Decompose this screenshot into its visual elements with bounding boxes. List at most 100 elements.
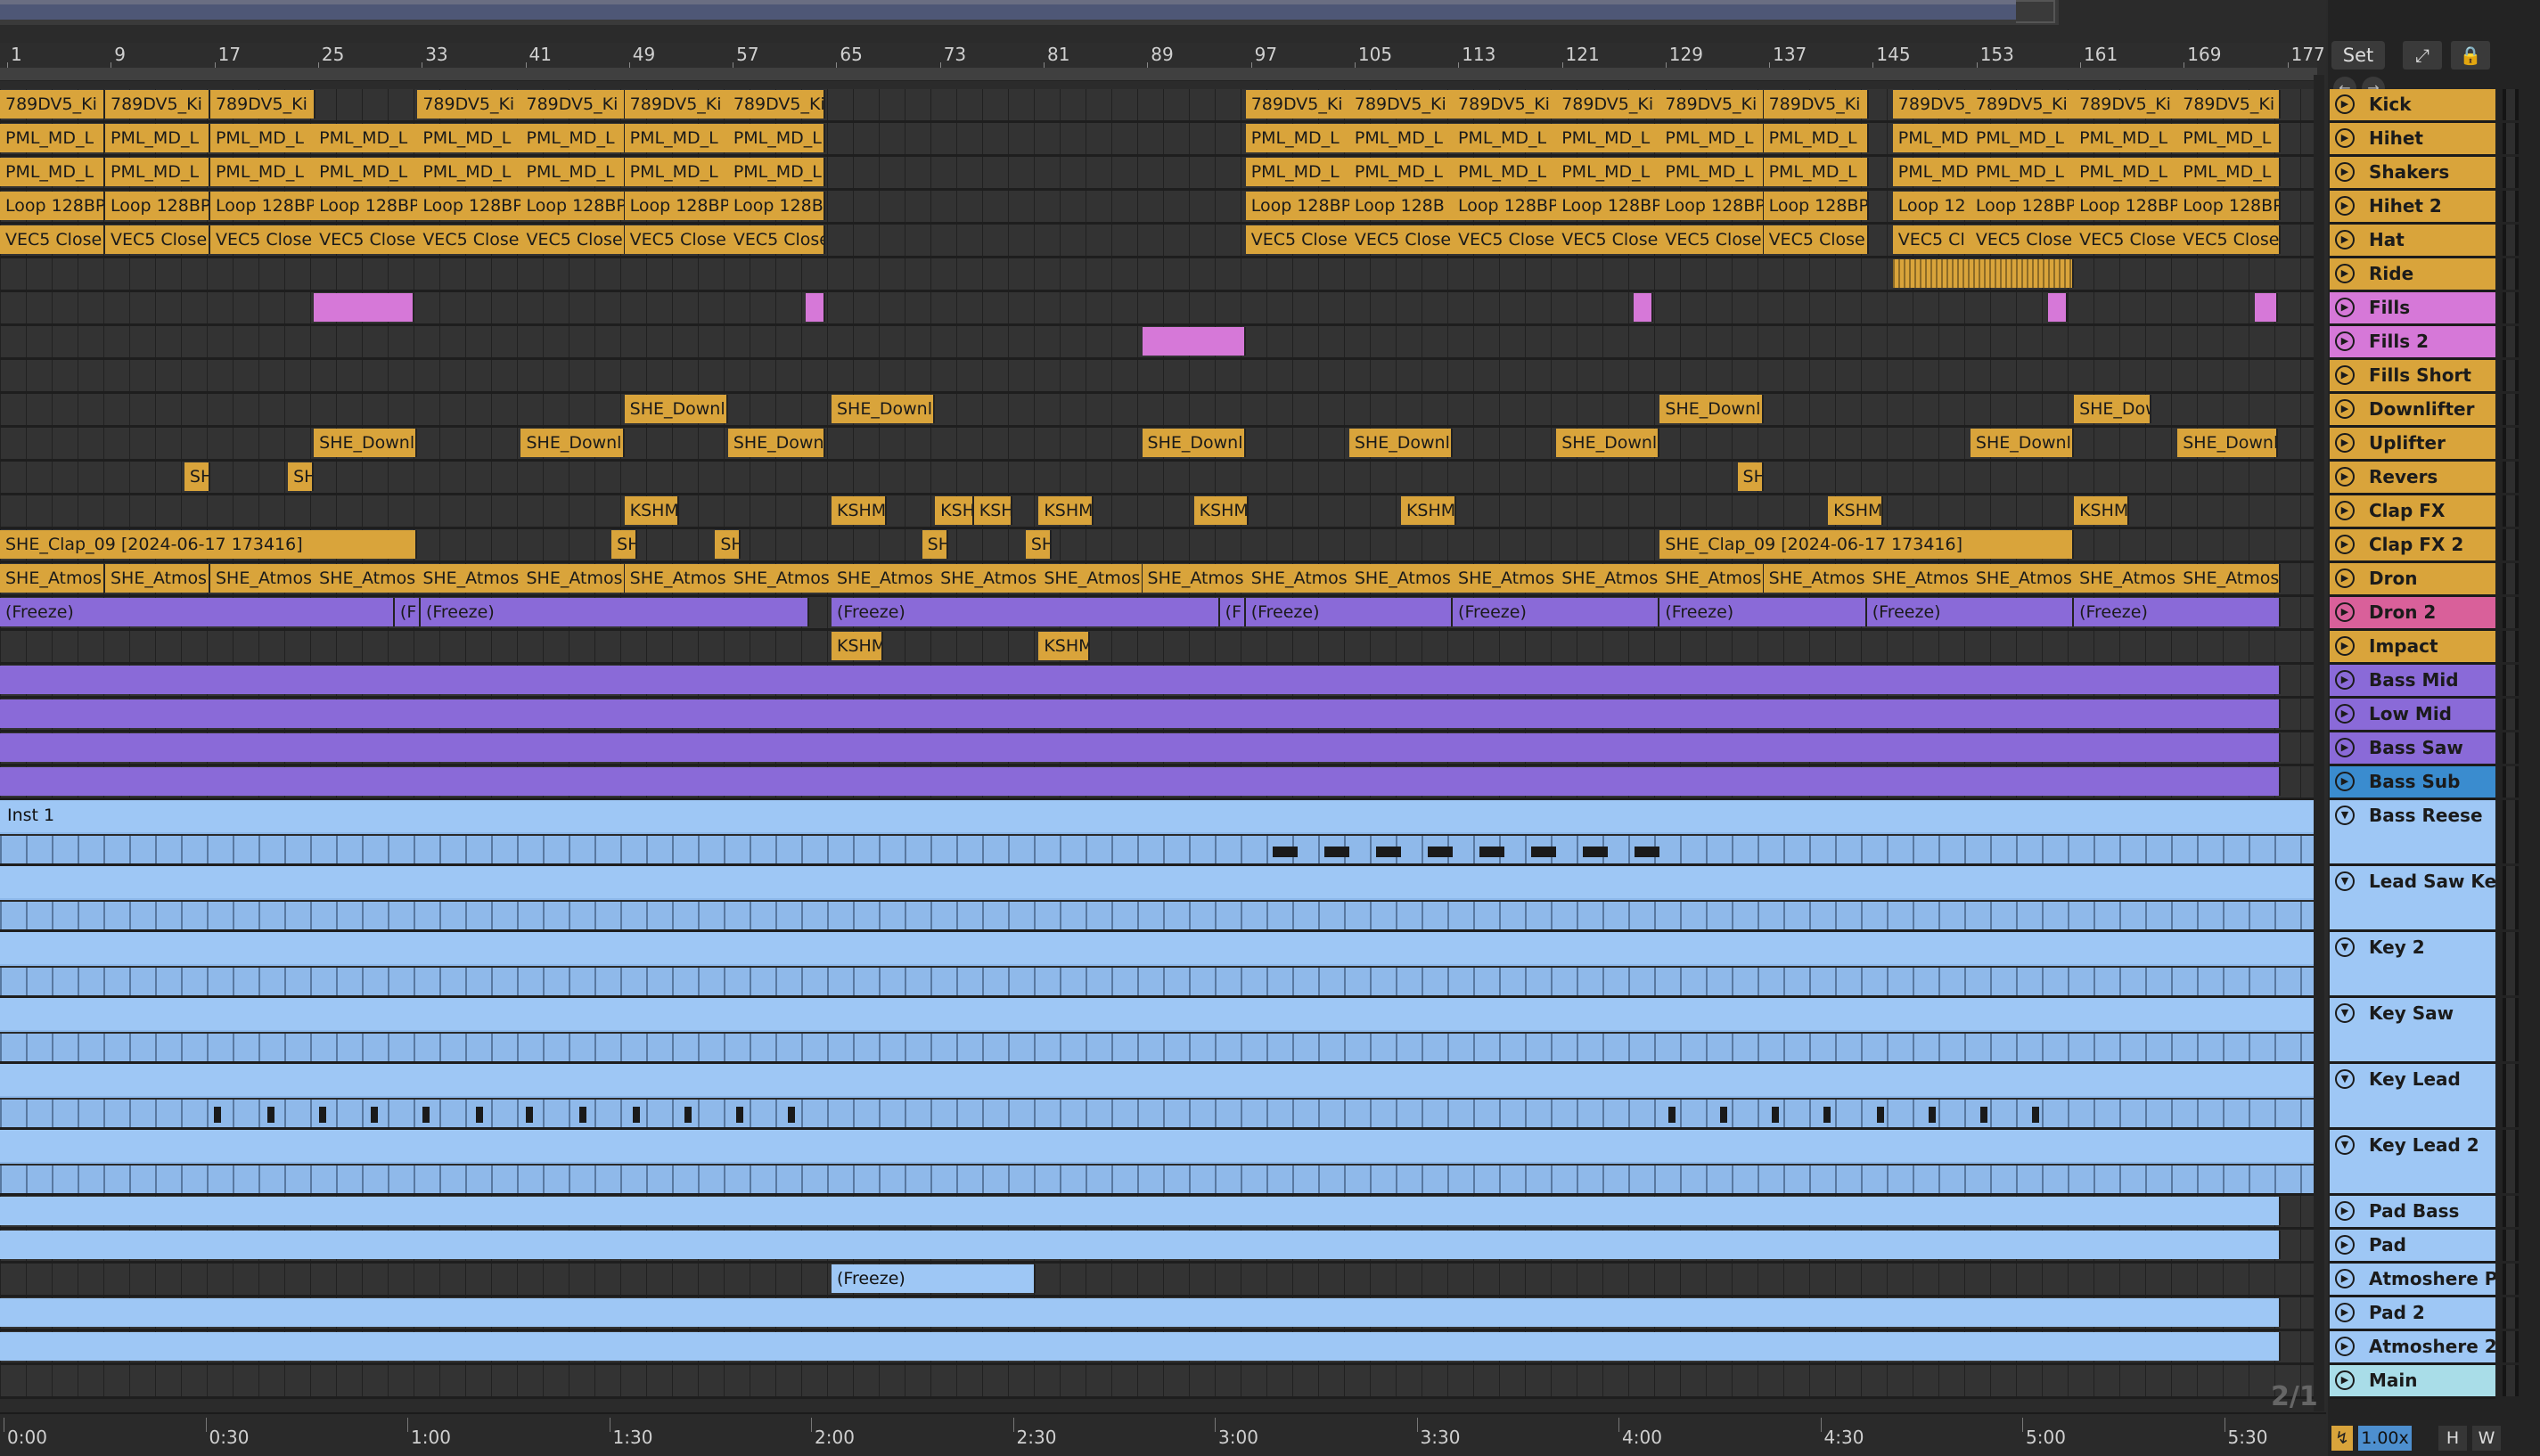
time-ruler[interactable]: 0:00 0:30 1:00 1:30 2:00 2:30 3:00 3:30 4:00 4:30… (0, 1412, 2326, 1456)
midi-notes[interactable] (0, 900, 2317, 929)
track-header[interactable]: ▶ Dron 2 (2330, 597, 2495, 631)
clip[interactable]: KSHM (832, 632, 884, 660)
clip[interactable]: SHE_Downl (727, 429, 825, 457)
clip[interactable]: 789DV5_Ki (2177, 90, 2282, 119)
clip[interactable]: SH (184, 462, 210, 491)
track-lane[interactable]: (Freeze) (0, 1264, 2317, 1297)
clip[interactable]: PML_MD_L (1348, 124, 1454, 152)
clip[interactable]: KSHM (1400, 496, 1456, 525)
clip[interactable]: Loop 128BP (1970, 192, 2076, 220)
clip[interactable]: PML_MD_L (314, 158, 420, 186)
follow-icon[interactable]: ↯ (2331, 1426, 2353, 1451)
track-header[interactable]: ▶ Dron (2330, 563, 2495, 597)
clip[interactable]: VEC5 Close (209, 225, 315, 254)
track-header[interactable]: ▶ Kick (2330, 89, 2495, 123)
clip[interactable]: VEC5 Close (624, 225, 730, 254)
clip[interactable]: Loop 128BP (1763, 192, 1869, 220)
clip[interactable]: SH (288, 462, 315, 491)
lock-icon[interactable]: 🔒 (2451, 41, 2490, 70)
midi-note[interactable] (1720, 1107, 1727, 1123)
clip[interactable]: PML_MD_L (520, 124, 627, 152)
midi-note[interactable] (633, 1107, 640, 1123)
play-icon[interactable]: ▶ (2335, 162, 2355, 182)
clip[interactable] (0, 767, 2282, 796)
clip[interactable]: (Freeze) (1659, 598, 1867, 626)
clip[interactable]: 789DV5_Ki (417, 90, 523, 119)
clip[interactable]: VEC5 Close (2074, 225, 2180, 254)
clip[interactable]: SHE_Atmos (104, 564, 210, 593)
midi-note[interactable] (1479, 847, 1504, 857)
midi-note[interactable] (684, 1107, 692, 1123)
midi-notes[interactable] (0, 1164, 2317, 1193)
midi-clip-header[interactable] (0, 866, 2317, 898)
play-icon[interactable]: ▶ (2335, 94, 2355, 114)
track-lane[interactable] (0, 699, 2317, 732)
clip[interactable]: PML_MD_L (417, 158, 523, 186)
track-header[interactable]: ▶ Ride (2330, 258, 2495, 292)
track-lane[interactable] (0, 932, 2317, 998)
loop-brace-bar[interactable] (0, 68, 2317, 81)
clip[interactable] (0, 1332, 2282, 1361)
clip[interactable]: SHE_Atmos (935, 564, 1041, 593)
clip[interactable]: Loop 128B (1348, 192, 1454, 220)
track-header[interactable]: ▼ Key Lead 2 (2330, 1130, 2495, 1196)
track-lane[interactable] (0, 258, 2317, 292)
track-lane[interactable] (0, 1230, 2317, 1264)
track-header[interactable]: ▶ Main (2330, 1365, 2495, 1399)
clip[interactable]: PML_MD_L (1763, 158, 1869, 186)
clip[interactable]: SHE_Downl (1556, 429, 1660, 457)
clip[interactable]: PML_MD_L (209, 124, 315, 152)
play-icon[interactable]: ▶ (2335, 501, 2355, 520)
clip[interactable]: Loop 128BP (417, 192, 523, 220)
clip[interactable]: VEC5 Close (417, 225, 523, 254)
clip[interactable] (0, 1231, 2282, 1259)
clip[interactable]: PML_MD_L (1453, 158, 1559, 186)
zoom-display[interactable]: 1.00x (2358, 1426, 2412, 1451)
fold-icon[interactable]: ▼ (2335, 871, 2355, 891)
clip[interactable] (314, 293, 414, 322)
clip[interactable]: PML_MD_L (624, 158, 730, 186)
fold-icon[interactable]: ▼ (2335, 806, 2355, 825)
track-lane[interactable]: PML_MD_L PML_MD_L PML_MD_L PML_MD_L PML_MD_L… (0, 157, 2317, 191)
clip[interactable]: PML_MD_L (104, 158, 210, 186)
clip[interactable]: KSHM (624, 496, 680, 525)
midi-note[interactable] (1980, 1107, 1987, 1123)
clip[interactable] (0, 1197, 2282, 1225)
clip[interactable]: (Freeze) (1453, 598, 1660, 626)
clip[interactable]: PML_MD_L (624, 124, 730, 152)
clip[interactable]: VEC5 Close (104, 225, 210, 254)
clip[interactable]: VEC5 Close (1763, 225, 1869, 254)
play-icon[interactable]: ▶ (2335, 1303, 2355, 1322)
clip[interactable]: Loop 128BP (1245, 192, 1351, 220)
track-lane[interactable]: SHE_Clap_09 [2024-06-17 173416] SH SH SH SH S… (0, 529, 2317, 563)
midi-note[interactable] (1273, 847, 1298, 857)
track-lane[interactable] (0, 1196, 2317, 1230)
midi-note[interactable] (1877, 1107, 1884, 1123)
midi-note[interactable] (1929, 1107, 1936, 1123)
clip[interactable]: VEC5 Close (1245, 225, 1351, 254)
clip[interactable]: Loop 128BP (209, 192, 315, 220)
clip[interactable]: PML_MD_L (1659, 158, 1766, 186)
play-icon[interactable]: ▶ (2335, 1337, 2355, 1356)
clip[interactable]: KSH (935, 496, 974, 525)
clip[interactable]: VEC5 Close (1970, 225, 2076, 254)
clip[interactable]: (Freeze) (1866, 598, 2075, 626)
overview-visible-region[interactable] (0, 0, 2016, 20)
clip[interactable]: SHE_Atmos (1453, 564, 1559, 593)
track-lane[interactable] (0, 998, 2317, 1064)
clip[interactable]: 789DV5_Ki (209, 90, 315, 119)
clip[interactable]: SHE_Atmos (520, 564, 627, 593)
clip[interactable]: KSHM (1193, 496, 1250, 525)
clip[interactable]: 789DV5_Ki (1348, 90, 1454, 119)
clip[interactable]: SHE_Atmos (1348, 564, 1454, 593)
clip[interactable]: PML_MD_L (314, 124, 420, 152)
clip[interactable]: 789DV5_Ki (1453, 90, 1559, 119)
clip[interactable]: 789DV5_Ki (520, 90, 627, 119)
clip[interactable]: SHE_Atmos (2177, 564, 2282, 593)
clip[interactable]: SHE_Atmos (1245, 564, 1351, 593)
clip[interactable]: (Freeze) (2074, 598, 2282, 626)
clip[interactable]: SHE_Atmos (209, 564, 315, 593)
play-icon[interactable]: ▶ (2335, 399, 2355, 419)
midi-note[interactable] (1668, 1107, 1676, 1123)
clip[interactable]: 789DV5_Ki (1892, 90, 1974, 119)
